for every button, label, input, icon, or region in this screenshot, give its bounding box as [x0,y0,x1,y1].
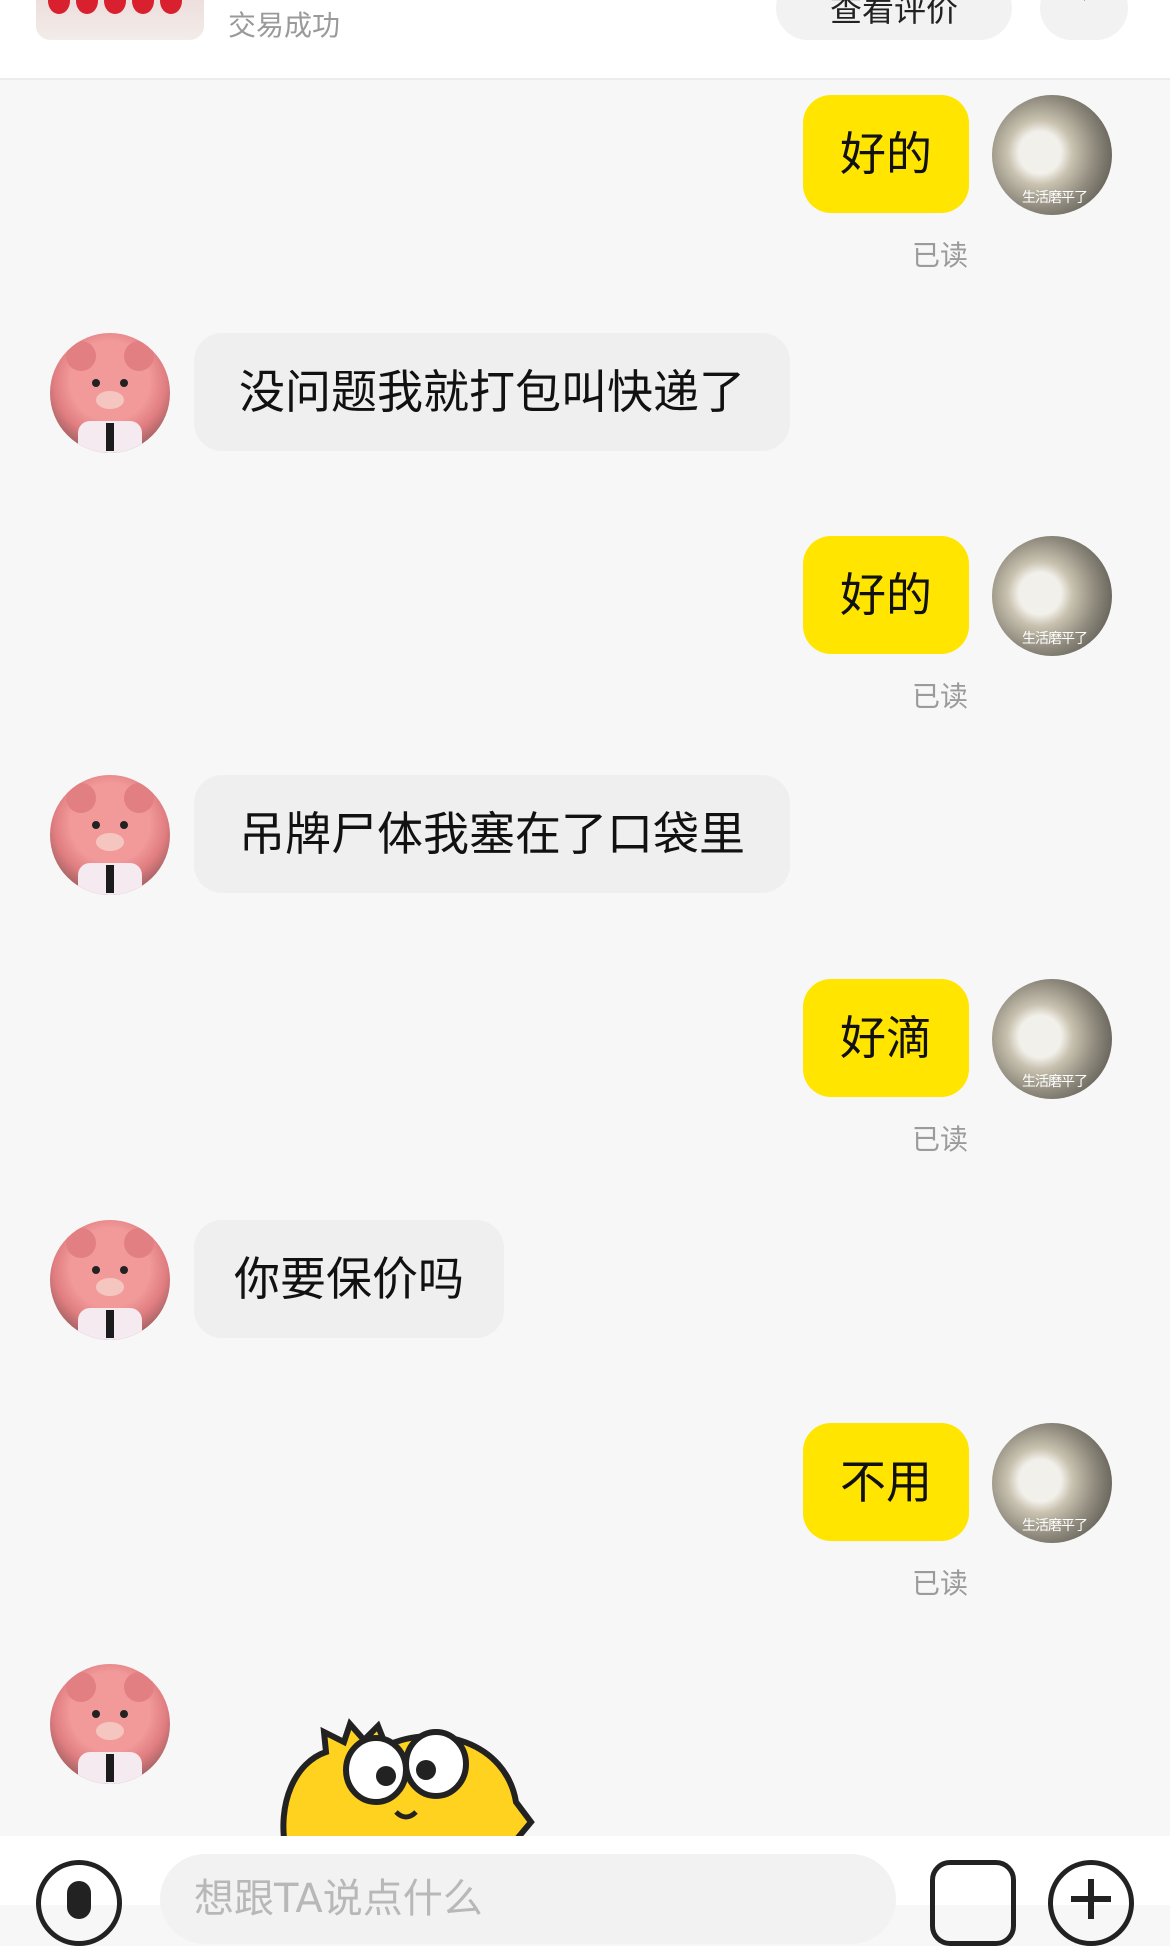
microphone-icon [67,1881,91,1919]
my-message-bubble[interactable]: 好的 [803,95,969,213]
my-message-bubble[interactable]: 好的 [803,536,969,654]
order-status: 交易成功 [228,9,341,42]
seller-avatar[interactable] [50,333,170,453]
read-receipt: 已读 [912,1123,969,1156]
view-review-button[interactable]: 查看评价 [776,0,1012,40]
seller-message-bubble[interactable]: 你要保价吗 [194,1220,504,1338]
my-message-bubble[interactable]: 好滴 [803,979,969,1097]
read-receipt: 已读 [912,1567,969,1600]
more-button[interactable] [1040,0,1128,40]
seller-avatar[interactable] [50,775,170,895]
seller-message-bubble[interactable]: 没问题我就打包叫快递了 [194,333,790,451]
seller-message-bubble[interactable]: 吊牌尸体我塞在了口袋里 [194,775,790,893]
seller-avatar[interactable] [50,1220,170,1340]
my-avatar[interactable]: 生活磨平了 [992,979,1112,1099]
message-input[interactable]: 想跟TA说点什么 [160,1854,896,1944]
read-receipt: 已读 [912,680,969,713]
my-avatar[interactable]: 生活磨平了 [992,95,1112,215]
chevron-down-icon [1072,0,1097,1]
order-bar: 交易成功 查看评价 [0,0,1170,80]
chat-input-bar: 想跟TA说点什么 [0,1836,1170,1946]
product-thumbnail[interactable] [36,0,204,40]
my-avatar[interactable]: 生活磨平了 [992,1423,1112,1543]
read-receipt: 已读 [912,239,969,272]
voice-button[interactable] [36,1860,122,1946]
seller-avatar[interactable] [50,1664,170,1784]
add-button[interactable] [1048,1860,1134,1946]
my-avatar[interactable]: 生活磨平了 [992,536,1112,656]
my-message-bubble[interactable]: 不用 [803,1423,969,1541]
emoji-button[interactable] [930,1860,1016,1946]
yellow-dinosaur-sticker[interactable] [246,1712,536,1838]
